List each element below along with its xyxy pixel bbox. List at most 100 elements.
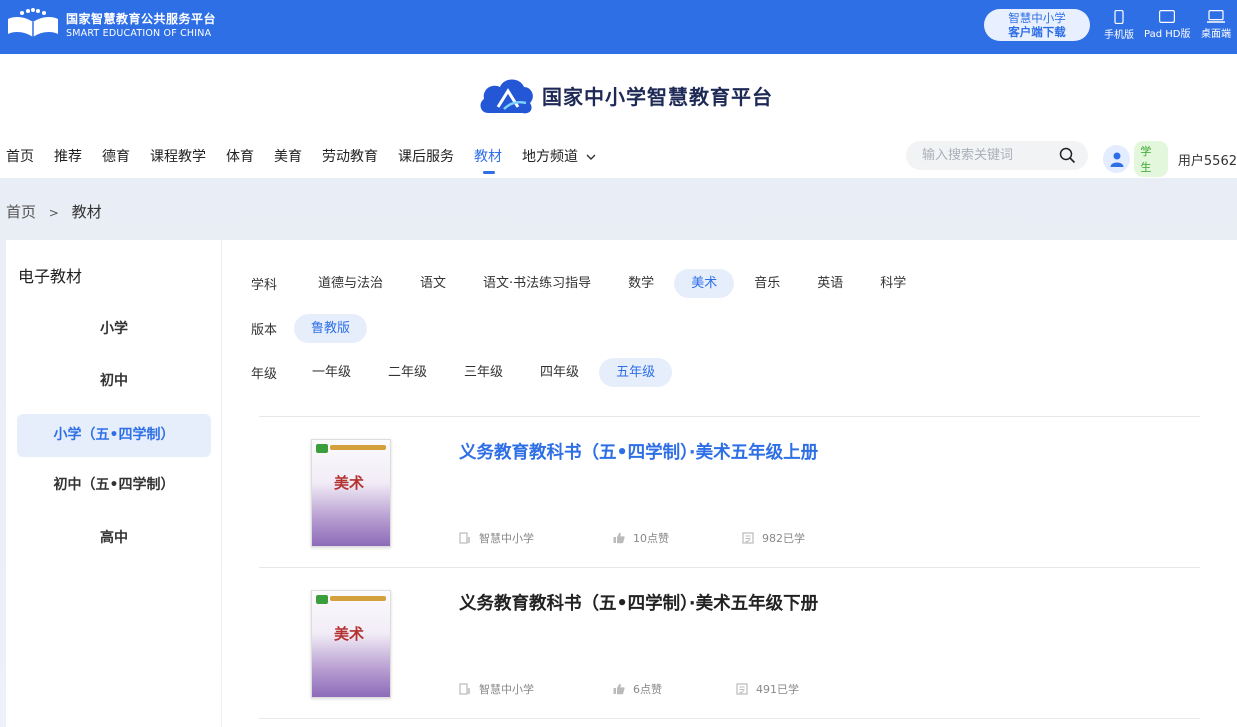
tablet-icon bbox=[1159, 10, 1176, 23]
book-likes: 6点赞 bbox=[613, 681, 662, 697]
nav-item-local-channel[interactable]: 地方频道 bbox=[522, 146, 596, 166]
grade-chip[interactable]: 四年级 bbox=[523, 358, 596, 387]
textbook-sidebar: 电子教材 小学 初中 小学（五•四学制） 初中（五•四学制） 高中 bbox=[6, 240, 221, 727]
breadcrumb-home[interactable]: 首页 bbox=[6, 203, 36, 221]
subject-filter: 学科 道德与法治 语文 语文·书法练习指导 数学 美术 音乐 英语 科学 bbox=[251, 269, 926, 298]
grade-chip-active[interactable]: 五年级 bbox=[599, 358, 673, 387]
subject-chip[interactable]: 语文·书法练习指导 bbox=[466, 269, 608, 298]
search-input[interactable] bbox=[922, 147, 1052, 162]
textbook-panel: 学科 道德与法治 语文 语文·书法练习指导 数学 美术 音乐 英语 科学 版本 … bbox=[222, 240, 1237, 727]
grade-chip[interactable]: 一年级 bbox=[295, 358, 368, 387]
publisher-text: 智慧中小学 bbox=[479, 532, 534, 545]
cover-title: 美术 bbox=[334, 625, 365, 643]
top-bar: 国家智慧教育公共服务平台 SMART EDUCATION OF CHINA 智慧… bbox=[0, 0, 1237, 54]
subject-chip-active[interactable]: 美术 bbox=[674, 269, 735, 298]
breadcrumb-separator: > bbox=[48, 206, 59, 220]
user-name: 用户5562 bbox=[1177, 153, 1237, 169]
chevron-down-icon bbox=[586, 154, 596, 160]
sidebar-item-primary[interactable]: 小学 bbox=[17, 308, 211, 351]
phone-icon bbox=[1114, 10, 1124, 24]
user-menu[interactable]: 学生 用户5562 bbox=[1103, 141, 1237, 177]
brand-name-en: SMART EDUCATION OF CHINA bbox=[66, 27, 212, 39]
device-phone-link[interactable]: 手机版 bbox=[1104, 10, 1134, 41]
subject-chip[interactable]: 音乐 bbox=[737, 269, 797, 298]
brand-logo[interactable]: 国家智慧教育公共服务平台 SMART EDUCATION OF CHINA bbox=[6, 7, 216, 43]
sidebar-item-junior-54[interactable]: 初中（五•四学制） bbox=[17, 464, 211, 507]
study-record-icon bbox=[736, 683, 748, 695]
device-tablet-label: Pad HD版 bbox=[1144, 29, 1191, 40]
user-icon bbox=[1110, 152, 1124, 167]
building-icon bbox=[459, 532, 470, 544]
book-cover[interactable]: 美术 bbox=[311, 439, 391, 547]
nav-item-moral[interactable]: 德育 bbox=[102, 146, 130, 166]
laptop-icon bbox=[1207, 10, 1225, 23]
nav-item-recommend[interactable]: 推荐 bbox=[54, 146, 82, 166]
book-publisher: 智慧中小学 bbox=[459, 681, 534, 697]
book-item[interactable]: 美术 义务教育教科书（五•四学制）·美术五年级下册 智慧中小学 6点赞 491已… bbox=[259, 568, 1200, 718]
learners-text: 982已学 bbox=[762, 532, 805, 545]
brand-name-cn: 国家智慧教育公共服务平台 bbox=[66, 11, 217, 26]
nav-item-labor[interactable]: 劳动教育 bbox=[322, 146, 378, 166]
nav-item-after-school[interactable]: 课后服务 bbox=[398, 146, 454, 166]
device-tablet-link[interactable]: Pad HD版 bbox=[1144, 10, 1190, 40]
client-download-button[interactable]: 智慧中小学 客户端下载 bbox=[984, 9, 1090, 41]
subject-chip[interactable]: 数学 bbox=[611, 269, 671, 298]
platform-logo[interactable]: 国家中小学智慧教育平台 bbox=[478, 73, 773, 117]
role-badge: 学生 bbox=[1134, 141, 1168, 177]
learners-text: 491已学 bbox=[756, 683, 799, 696]
download-line2: 客户端下载 bbox=[1008, 25, 1066, 39]
subject-label: 学科 bbox=[251, 278, 278, 293]
subject-chip[interactable]: 语文 bbox=[403, 269, 463, 298]
book-item[interactable]: 美术 义务教育教科书（五•四学制）·美术五年级上册 智慧中小学 10点赞 982… bbox=[259, 417, 1200, 567]
breadcrumb: 首页 > 教材 bbox=[6, 201, 102, 222]
open-book-logo-icon bbox=[8, 8, 58, 37]
book-learners: 491已学 bbox=[736, 681, 799, 697]
nav-item-textbooks[interactable]: 教材 bbox=[474, 146, 502, 174]
main-nav: 首页 推荐 德育 课程教学 体育 美育 劳动教育 课后服务 教材 地方频道 bbox=[6, 146, 616, 174]
sidebar-item-senior[interactable]: 高中 bbox=[17, 517, 211, 560]
nav-item-arts[interactable]: 美育 bbox=[274, 146, 302, 166]
nav-item-courses[interactable]: 课程教学 bbox=[150, 146, 206, 166]
book-learners: 982已学 bbox=[742, 530, 805, 546]
study-record-icon bbox=[742, 532, 754, 544]
search-box bbox=[906, 141, 1088, 170]
search-icon[interactable] bbox=[1059, 147, 1076, 164]
cover-badge bbox=[316, 444, 328, 453]
nav-item-local-label: 地方频道 bbox=[522, 149, 578, 165]
list-divider bbox=[259, 718, 1200, 719]
subject-chip[interactable]: 科学 bbox=[863, 269, 923, 298]
breadcrumb-current: 教材 bbox=[71, 203, 102, 221]
grade-filter: 年级 一年级 二年级 三年级 四年级 五年级 bbox=[251, 358, 675, 387]
subject-chip[interactable]: 道德与法治 bbox=[301, 269, 400, 298]
avatar[interactable] bbox=[1103, 145, 1131, 173]
likes-text: 6点赞 bbox=[633, 683, 662, 696]
grade-chip[interactable]: 三年级 bbox=[447, 358, 520, 387]
book-title[interactable]: 义务教育教科书（五•四学制）·美术五年级下册 bbox=[459, 590, 818, 615]
download-line1: 智慧中小学 bbox=[1008, 11, 1066, 25]
platform-title: 国家中小学智慧教育平台 bbox=[542, 84, 773, 109]
edition-chip-active[interactable]: 鲁教版 bbox=[294, 314, 368, 343]
device-desktop-link[interactable]: 桌面端 bbox=[1201, 10, 1231, 40]
book-likes: 10点赞 bbox=[613, 530, 669, 546]
sidebar-item-junior[interactable]: 初中 bbox=[17, 360, 211, 403]
book-cover[interactable]: 美术 bbox=[311, 590, 391, 698]
subject-chip[interactable]: 英语 bbox=[800, 269, 860, 298]
book-publisher: 智慧中小学 bbox=[459, 530, 534, 546]
publisher-text: 智慧中小学 bbox=[479, 683, 534, 696]
cover-bar bbox=[330, 596, 386, 601]
nav-item-home[interactable]: 首页 bbox=[6, 146, 34, 166]
likes-text: 10点赞 bbox=[633, 532, 669, 545]
cover-badge bbox=[316, 595, 328, 604]
edition-label: 版本 bbox=[251, 323, 278, 338]
content-area: 首页 > 教材 电子教材 小学 初中 小学（五•四学制） 初中（五•四学制） 高… bbox=[0, 178, 1237, 727]
grade-chip[interactable]: 二年级 bbox=[371, 358, 444, 387]
building-icon bbox=[459, 683, 470, 695]
device-desktop-label: 桌面端 bbox=[1201, 29, 1231, 40]
sidebar-title: 电子教材 bbox=[18, 267, 83, 286]
nav-item-sports[interactable]: 体育 bbox=[226, 146, 254, 166]
thumbs-up-icon bbox=[613, 683, 625, 695]
sidebar-item-primary-54[interactable]: 小学（五•四学制） bbox=[17, 414, 211, 457]
edition-filter: 版本 鲁教版 bbox=[251, 314, 370, 343]
cloud-logo-icon bbox=[480, 79, 533, 114]
book-title[interactable]: 义务教育教科书（五•四学制）·美术五年级上册 bbox=[459, 439, 818, 464]
